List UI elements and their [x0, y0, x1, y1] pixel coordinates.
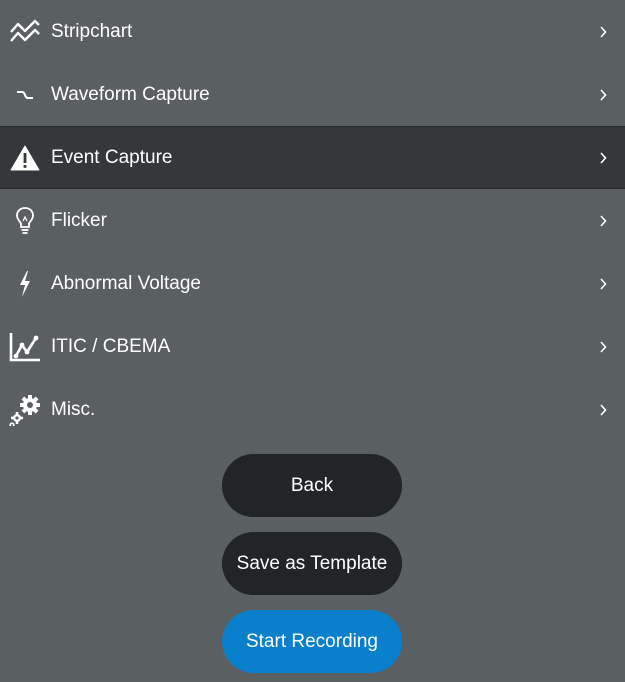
- line-chart-icon: [8, 330, 42, 364]
- chevron-right-icon: [597, 150, 609, 166]
- chevron-right-icon: [597, 402, 609, 418]
- stripchart-icon: [8, 15, 42, 49]
- chevron-right-icon: [597, 276, 609, 292]
- back-button[interactable]: Back: [222, 454, 402, 517]
- lightning-icon: [8, 267, 42, 301]
- menu-item-flicker[interactable]: Flicker: [0, 189, 625, 252]
- save-as-template-button[interactable]: Save as Template: [222, 532, 402, 595]
- menu-item-stripchart[interactable]: Stripchart: [0, 0, 625, 63]
- menu-item-label: ITIC / CBEMA: [51, 335, 171, 357]
- chevron-right-icon: [597, 339, 609, 355]
- menu-item-label: Stripchart: [51, 20, 133, 42]
- waveform-icon: [8, 78, 42, 112]
- menu-item-abnormal-voltage[interactable]: Abnormal Voltage: [0, 252, 625, 315]
- warning-icon: [8, 141, 42, 175]
- recording-type-menu: Stripchart Waveform Capture Event Captur…: [0, 0, 625, 441]
- menu-item-label: Abnormal Voltage: [51, 272, 201, 294]
- menu-item-event-capture[interactable]: Event Capture: [0, 126, 625, 189]
- menu-item-label: Waveform Capture: [51, 83, 210, 105]
- menu-item-label: Flicker: [51, 209, 107, 231]
- menu-item-label: Misc.: [51, 398, 96, 420]
- menu-item-itic-cbema[interactable]: ITIC / CBEMA: [0, 315, 625, 378]
- menu-item-label: Event Capture: [51, 146, 173, 168]
- start-recording-button[interactable]: Start Recording: [222, 610, 402, 673]
- menu-item-waveform-capture[interactable]: Waveform Capture: [0, 63, 625, 126]
- chevron-right-icon: [597, 24, 609, 40]
- chevron-right-icon: [597, 213, 609, 229]
- gears-icon: [8, 393, 42, 427]
- lightbulb-icon: [8, 204, 42, 238]
- menu-item-misc[interactable]: Misc.: [0, 378, 625, 441]
- chevron-right-icon: [597, 87, 609, 103]
